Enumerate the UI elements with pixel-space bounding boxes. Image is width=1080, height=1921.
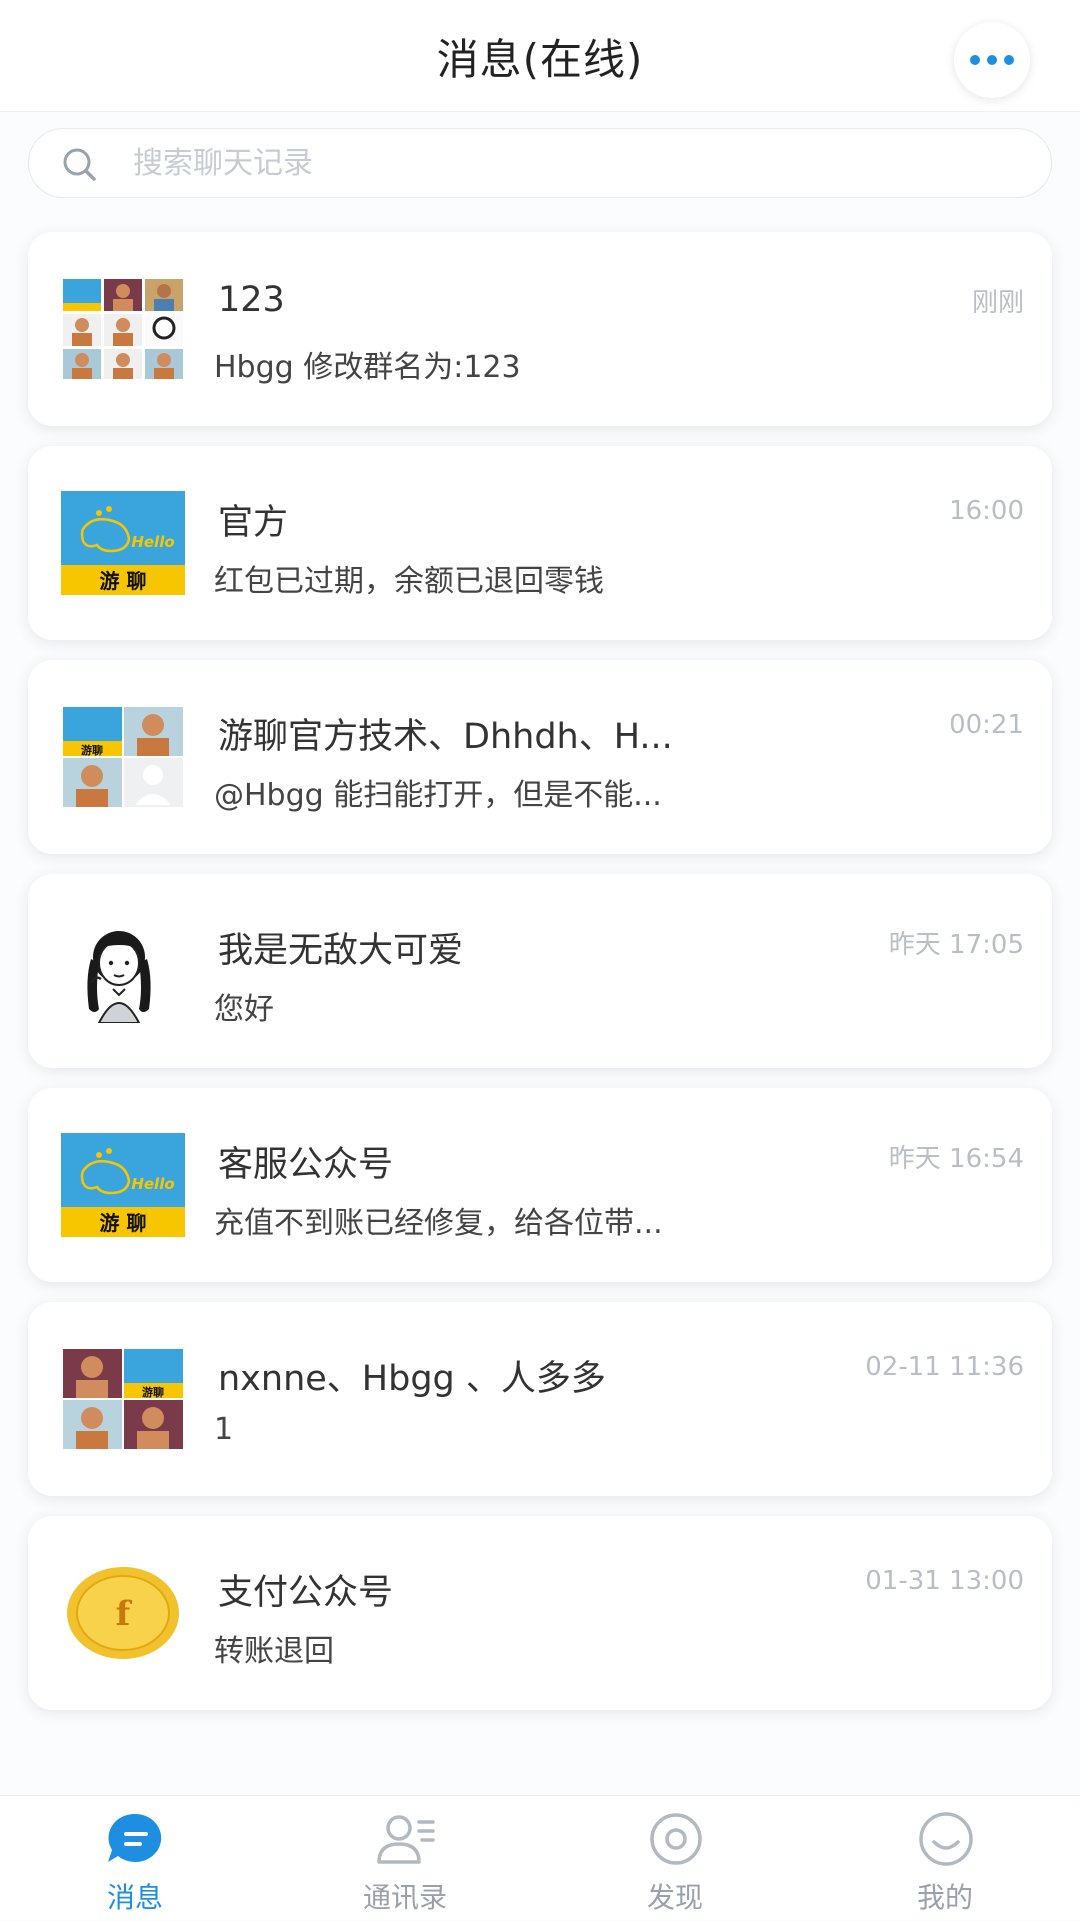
conversation-name: 官方 bbox=[218, 503, 289, 543]
tab-label: 通讯录 bbox=[362, 1881, 447, 1914]
conversation-name: 游聊官方技术、Dhhdh、H... bbox=[218, 717, 673, 757]
group-avatar-icon bbox=[61, 277, 185, 381]
conversation-name: 我是无敌大可爱 bbox=[218, 931, 464, 971]
conversation-item[interactable]: 123 Hbgg 修改群名为:123 刚刚 bbox=[28, 232, 1052, 426]
svg-text:Hello: Hello bbox=[131, 533, 174, 551]
last-message: 充值不到账已经修复，给各位带... bbox=[214, 1206, 663, 1241]
svg-text:游聊: 游聊 bbox=[81, 743, 103, 757]
message-time: 00:21 bbox=[949, 710, 1024, 740]
tab-profile[interactable]: 我的 bbox=[855, 1796, 1035, 1921]
more-options-button[interactable] bbox=[954, 22, 1030, 98]
gold-coin-avatar-icon: f bbox=[61, 1561, 185, 1665]
conversation-item[interactable]: f 支付公众号 转账退回 01-31 13:00 bbox=[28, 1516, 1052, 1710]
last-message: 1 bbox=[214, 1412, 234, 1447]
message-time: 02-11 11:36 bbox=[865, 1352, 1024, 1382]
svg-text:游 聊: 游 聊 bbox=[100, 569, 147, 593]
top-bar: 消息(在线) bbox=[0, 0, 1080, 112]
group-avatar-icon: 游聊 bbox=[61, 1347, 185, 1451]
svg-text:Hello: Hello bbox=[131, 1175, 174, 1193]
youliao-logo-icon: Hello 游 聊 bbox=[61, 1133, 185, 1237]
tab-label: 消息 bbox=[106, 1881, 163, 1914]
discover-icon bbox=[650, 1813, 702, 1865]
more-dot-icon bbox=[970, 55, 980, 65]
group-avatar-icon: 游聊 bbox=[61, 705, 185, 809]
message-time: 昨天 17:05 bbox=[888, 930, 1024, 960]
bottom-tab-bar: 消息 通讯录 发现 我的 bbox=[0, 1795, 1080, 1920]
message-time: 刚刚 bbox=[971, 288, 1024, 318]
tab-discover[interactable]: 发现 bbox=[585, 1796, 765, 1921]
search-input[interactable] bbox=[133, 129, 1013, 197]
conversation-item[interactable]: 游聊 nxnne、Hbgg 、人多多 1 02-11 11:36 bbox=[28, 1302, 1052, 1496]
tab-contacts[interactable]: 通讯录 bbox=[315, 1796, 495, 1921]
last-message: Hbgg 修改群名为:123 bbox=[214, 350, 521, 385]
message-time: 16:00 bbox=[949, 496, 1024, 526]
cartoon-girl-avatar-icon bbox=[61, 919, 185, 1023]
youliao-logo-icon: Hello 游 聊 bbox=[61, 491, 185, 595]
conversation-name: 123 bbox=[218, 280, 285, 320]
tab-label: 我的 bbox=[916, 1881, 973, 1914]
conversation-item[interactable]: 我是无敌大可爱 您好 昨天 17:05 bbox=[28, 874, 1052, 1068]
tab-messages[interactable]: 消息 bbox=[45, 1796, 225, 1921]
search-bar[interactable] bbox=[28, 128, 1052, 198]
last-message: 您好 bbox=[214, 992, 274, 1027]
conversation-name: 客服公众号 bbox=[218, 1145, 394, 1185]
svg-text:f: f bbox=[116, 1594, 133, 1634]
more-dot-icon bbox=[1004, 55, 1014, 65]
conversation-item[interactable]: 游聊 游聊官方技术、Dhhdh、H... @Hbgg 能扫能打开，但是不能...… bbox=[28, 660, 1052, 854]
search-icon bbox=[63, 148, 96, 181]
message-time: 01-31 13:00 bbox=[865, 1566, 1024, 1596]
conversation-name: nxnne、Hbgg 、人多多 bbox=[218, 1359, 606, 1399]
message-time: 昨天 16:54 bbox=[888, 1144, 1024, 1174]
last-message: @Hbgg 能扫能打开，但是不能... bbox=[214, 778, 662, 813]
profile-icon bbox=[919, 1812, 973, 1866]
svg-text:游 聊: 游 聊 bbox=[100, 1211, 147, 1235]
conversation-name: 支付公众号 bbox=[218, 1573, 394, 1613]
last-message: 转账退回 bbox=[214, 1634, 334, 1669]
more-dot-icon bbox=[987, 55, 997, 65]
contacts-icon bbox=[377, 1815, 435, 1864]
last-message: 红包已过期，余额已退回零钱 bbox=[214, 564, 604, 599]
svg-text:游聊: 游聊 bbox=[142, 1385, 164, 1399]
conversation-item[interactable]: Hello 游 聊 客服公众号 充值不到账已经修复，给各位带... 昨天 16:… bbox=[28, 1088, 1052, 1282]
tab-label: 发现 bbox=[646, 1881, 703, 1914]
message-icon bbox=[108, 1813, 162, 1862]
conversation-item[interactable]: Hello 游 聊 官方 红包已过期，余额已退回零钱 16:00 bbox=[28, 446, 1052, 640]
page-title: 消息(在线) bbox=[436, 35, 644, 84]
